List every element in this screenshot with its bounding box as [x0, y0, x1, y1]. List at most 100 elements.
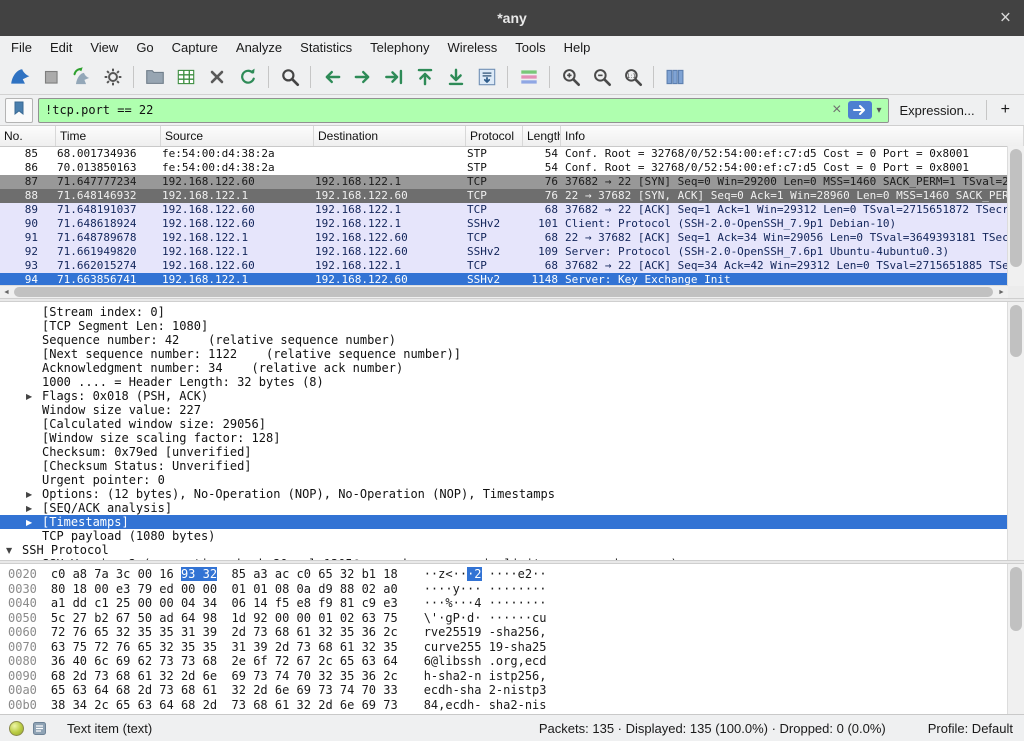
collapsed-arrow-icon[interactable]: ▶ [26, 389, 42, 403]
restart-capture-button[interactable] [66, 62, 97, 91]
menu-wireless[interactable]: Wireless [438, 38, 506, 57]
resize-columns-button[interactable] [659, 62, 690, 91]
column-header-no[interactable]: No. [0, 126, 56, 146]
detail-line[interactable]: [Window size scaling factor: 128] [0, 431, 1024, 445]
menu-file[interactable]: File [2, 38, 41, 57]
menu-capture[interactable]: Capture [163, 38, 227, 57]
hex-row-0060[interactable]: 006072 76 65 32 35 35 31 39 2d 73 68 61 … [0, 625, 1024, 640]
hex-row-0070[interactable]: 007063 75 72 76 65 32 35 35 31 39 2d 73 … [0, 640, 1024, 655]
scrollbar-track[interactable] [13, 286, 995, 298]
scrollbar-thumb[interactable] [1010, 149, 1022, 267]
detail-line[interactable]: [TCP Segment Len: 1080] [0, 319, 1024, 333]
hex-row-0080[interactable]: 008036 40 6c 69 62 73 73 68 2e 6f 72 67 … [0, 654, 1024, 669]
filter-clear-icon[interactable]: × [827, 102, 846, 118]
hex-row-0090[interactable]: 009068 2d 73 68 61 32 2d 6e 69 73 74 70 … [0, 669, 1024, 684]
close-capture-button[interactable] [201, 62, 232, 91]
hex-row-0030[interactable]: 003080 18 00 e3 79 ed 00 00 01 01 08 0a … [0, 582, 1024, 597]
menu-help[interactable]: Help [555, 38, 600, 57]
auto-scroll-button[interactable] [471, 62, 502, 91]
scrollbar-thumb[interactable] [1010, 305, 1022, 357]
menu-telephony[interactable]: Telephony [361, 38, 438, 57]
packet-row-91[interactable]: 9171.648789678192.168.122.1192.168.122.6… [0, 231, 1008, 245]
column-header-source[interactable]: Source [161, 126, 314, 146]
status-profile-button[interactable]: Profile: Default [928, 721, 1013, 736]
column-header-protocol[interactable]: Protocol [466, 126, 523, 146]
go-forward-button[interactable] [347, 62, 378, 91]
capture-options-button[interactable] [97, 62, 128, 91]
go-first-button[interactable] [409, 62, 440, 91]
start-capture-button[interactable] [4, 62, 35, 91]
column-header-destination[interactable]: Destination [314, 126, 466, 146]
hex-row-0020[interactable]: 0020c0 a8 7a 3c 00 16 93 32 85 a3 ac c0 … [0, 567, 1024, 582]
collapsed-arrow-icon[interactable]: ▶ [26, 515, 42, 529]
filter-add-button[interactable]: + [992, 101, 1019, 119]
expert-info-icon[interactable] [9, 721, 24, 736]
zoom-out-button[interactable] [586, 62, 617, 91]
details-vscrollbar[interactable] [1007, 302, 1024, 560]
detail-line[interactable]: [Calculated window size: 29056] [0, 417, 1024, 431]
packet-row-87[interactable]: 8771.647777234192.168.122.60192.168.122.… [0, 175, 1008, 189]
window-close-icon[interactable]: × [1000, 9, 1011, 28]
scroll-left-icon[interactable]: ◄ [0, 289, 13, 296]
menu-analyze[interactable]: Analyze [227, 38, 291, 57]
detail-line[interactable]: Window size value: 227 [0, 403, 1024, 417]
detail-line[interactable]: [Stream index: 0] [0, 305, 1024, 319]
menu-tools[interactable]: Tools [506, 38, 554, 57]
filter-input[interactable] [39, 103, 827, 117]
open-capture-button[interactable] [139, 62, 170, 91]
detail-line[interactable]: TCP payload (1080 bytes) [0, 529, 1024, 543]
scroll-right-icon[interactable]: ► [995, 289, 1008, 296]
filter-dropdown-icon[interactable]: ▾ [874, 105, 887, 116]
collapsed-arrow-icon[interactable]: ▶ [26, 501, 42, 515]
hex-row-00b0[interactable]: 00b038 34 2c 65 63 64 68 2d 73 68 61 32 … [0, 698, 1024, 713]
find-packet-button[interactable] [274, 62, 305, 91]
hex-row-0050[interactable]: 00505c 27 b2 67 50 ad 64 98 1d 92 00 00 … [0, 611, 1024, 626]
collapsed-arrow-icon[interactable]: ▶ [26, 487, 42, 501]
column-header-info[interactable]: Info [561, 126, 1024, 146]
hex-row-0040[interactable]: 0040a1 dd c1 25 00 00 04 34 06 14 f5 e8 … [0, 596, 1024, 611]
collapsed-arrow-icon[interactable]: ▶ [26, 557, 42, 560]
detail-line[interactable]: Acknowledgment number: 34 (relative ack … [0, 361, 1024, 375]
hex-vscrollbar[interactable] [1007, 564, 1024, 714]
detail-line[interactable]: ▶Options: (12 bytes), No-Operation (NOP)… [0, 487, 1024, 501]
detail-line[interactable]: [Next sequence number: 1122 (relative se… [0, 347, 1024, 361]
packet-list-vscrollbar[interactable] [1007, 146, 1024, 286]
stop-capture-button[interactable] [35, 62, 66, 91]
expanded-arrow-icon[interactable]: ▼ [6, 543, 22, 557]
detail-line[interactable]: 1000 .... = Header Length: 32 bytes (8) [0, 375, 1024, 389]
reload-capture-button[interactable] [232, 62, 263, 91]
save-capture-button[interactable] [170, 62, 201, 91]
detail-line[interactable]: ▼SSH Protocol [0, 543, 1024, 557]
packet-row-89[interactable]: 8971.648191037192.168.122.60192.168.122.… [0, 203, 1008, 217]
packet-row-86[interactable]: 8670.013850163fe:54:00:d4:38:2aSTP54Conf… [0, 161, 1008, 175]
menu-view[interactable]: View [81, 38, 127, 57]
title-bar[interactable]: *any × [0, 0, 1024, 36]
zoom-in-button[interactable] [555, 62, 586, 91]
packet-list-hscrollbar[interactable]: ◄ ► [0, 285, 1008, 298]
packet-row-90[interactable]: 9071.648618924192.168.122.60192.168.122.… [0, 217, 1008, 231]
filter-bookmark-button[interactable] [5, 98, 33, 123]
scrollbar-thumb[interactable] [14, 287, 993, 297]
expression-button[interactable]: Expression... [894, 103, 981, 118]
filter-apply-button[interactable] [848, 101, 872, 119]
detail-line[interactable]: ▶[Timestamps] [0, 515, 1008, 529]
detail-line[interactable]: ▶[SEQ/ACK analysis] [0, 501, 1024, 515]
packet-row-92[interactable]: 9271.661949820192.168.122.1192.168.122.6… [0, 245, 1008, 259]
detail-line[interactable]: Checksum: 0x79ed [unverified] [0, 445, 1024, 459]
detail-line[interactable]: ▶Flags: 0x018 (PSH, ACK) [0, 389, 1024, 403]
packet-row-88[interactable]: 8871.648146932192.168.122.1192.168.122.6… [0, 189, 1008, 203]
detail-line[interactable]: [Checksum Status: Unverified] [0, 459, 1024, 473]
scrollbar-thumb[interactable] [1010, 567, 1022, 631]
menu-edit[interactable]: Edit [41, 38, 81, 57]
detail-line[interactable]: Sequence number: 42 (relative sequence n… [0, 333, 1024, 347]
column-header-length[interactable]: Length [523, 126, 561, 146]
detail-line[interactable]: Urgent pointer: 0 [0, 473, 1024, 487]
packet-row-93[interactable]: 9371.662015274192.168.122.60192.168.122.… [0, 259, 1008, 273]
packet-row-85[interactable]: 8568.001734936fe:54:00:d4:38:2aSTP54Conf… [0, 147, 1008, 161]
menu-go[interactable]: Go [127, 38, 162, 57]
column-header-time[interactable]: Time [56, 126, 161, 146]
detail-line[interactable]: ▶SSH Version 2 (encryption:chacha20-poly… [0, 557, 1024, 560]
colorize-packets-button[interactable] [513, 62, 544, 91]
go-back-button[interactable] [316, 62, 347, 91]
capture-comment-icon[interactable] [32, 721, 47, 736]
